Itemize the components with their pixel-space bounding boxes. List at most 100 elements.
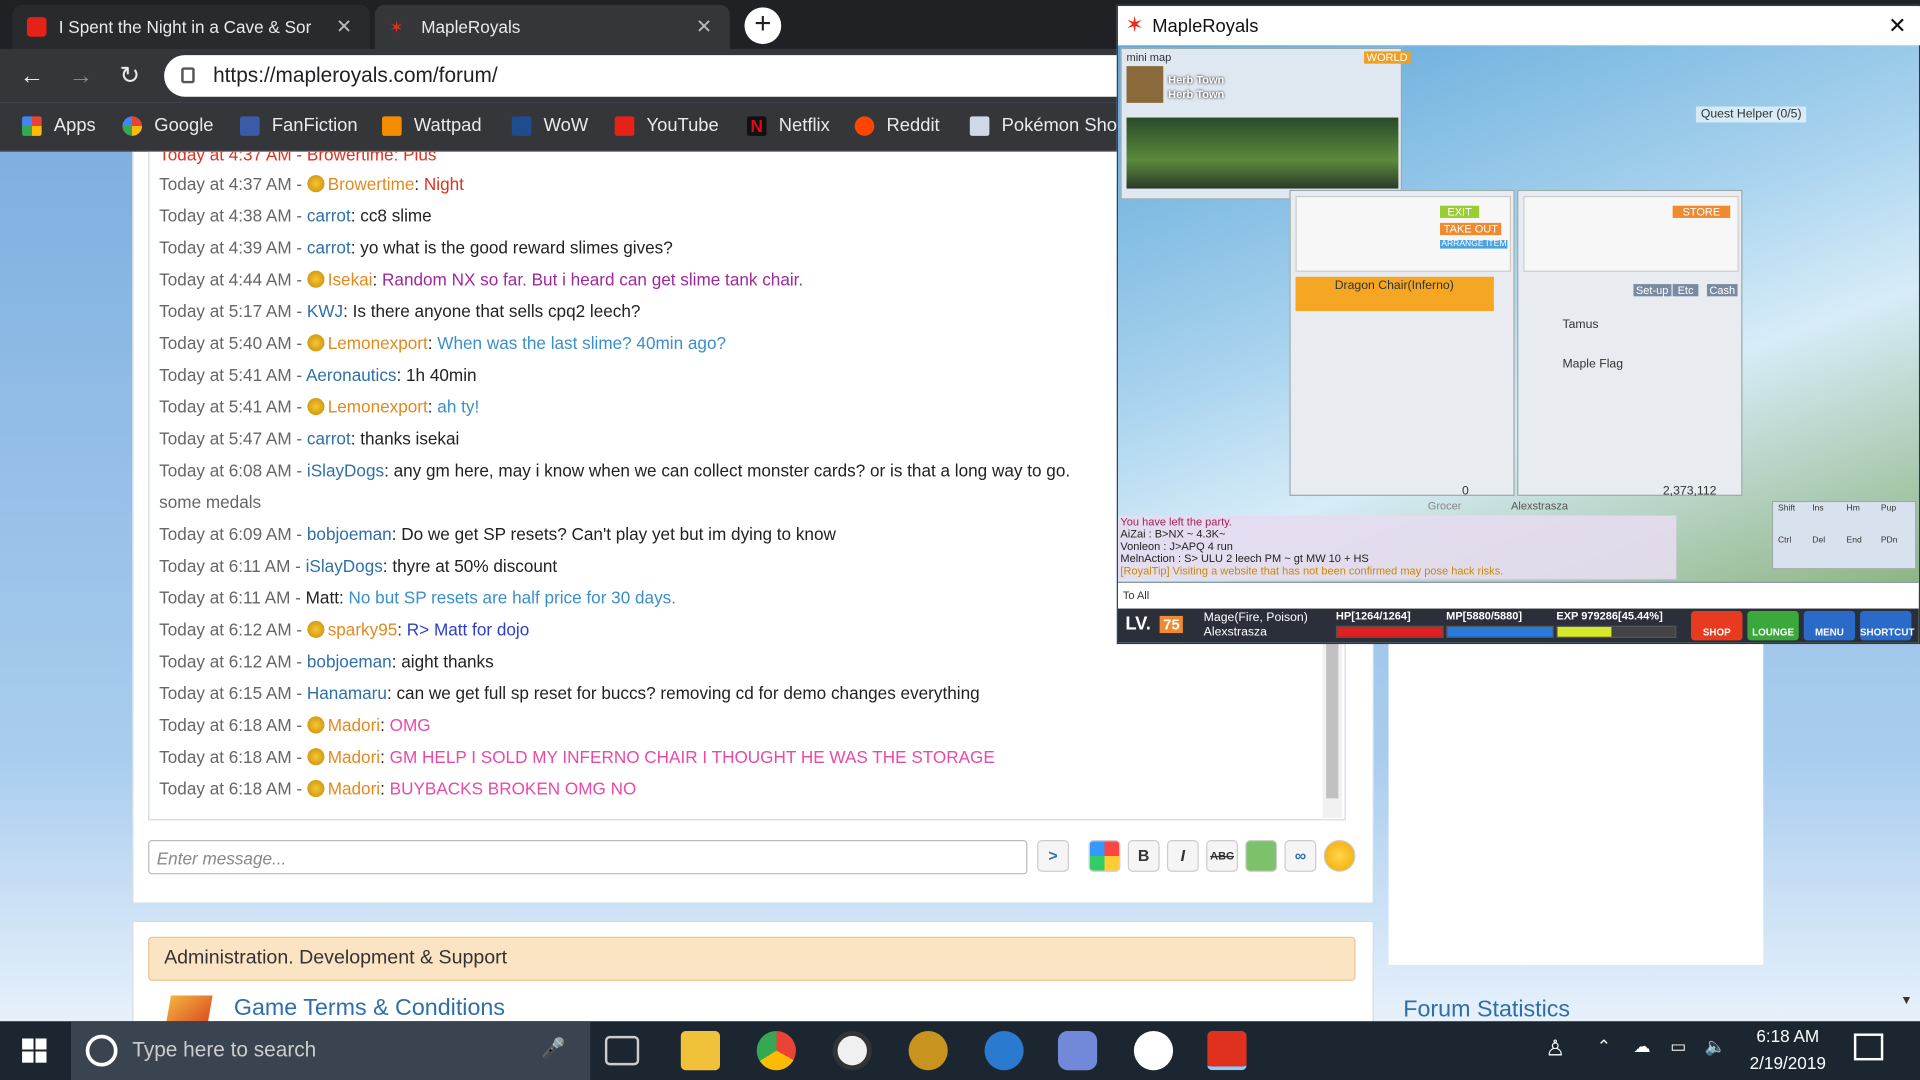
chat-username[interactable]: Hanamaru [307, 683, 387, 703]
clock-time[interactable]: 6:18 AM [1744, 1026, 1832, 1046]
bookmark-youtube[interactable]: YouTube [614, 115, 719, 136]
onedrive-icon[interactable]: ☁ [1633, 1036, 1650, 1057]
chat-username[interactable]: Matt [306, 588, 339, 608]
strikethrough-icon[interactable]: ABC [1206, 840, 1238, 872]
storage-window[interactable]: EXIT TAKE OUT ARRANGE ITEM Dragon Chair(… [1289, 189, 1515, 498]
page-scroll-down-icon[interactable]: ▼ [1900, 994, 1912, 1007]
tray-chevron-icon[interactable]: ⌃ [1597, 1036, 1611, 1057]
mapleroyals-taskbar-icon[interactable] [1207, 1031, 1247, 1071]
exit-button[interactable]: EXIT [1440, 205, 1480, 218]
color-picker-icon[interactable] [1088, 840, 1121, 872]
shop-item-1[interactable]: Tamus [1562, 318, 1598, 331]
shop-item-2[interactable]: Maple Flag [1562, 358, 1623, 371]
shop-tab-etc[interactable]: Etc [1672, 284, 1699, 297]
volume-icon[interactable]: 🔈 [1705, 1036, 1726, 1057]
tab-mapleroyals[interactable]: ✶ MapleRoyals ✕ [374, 4, 730, 49]
chat-username[interactable]: Isekai [328, 269, 373, 289]
game-window[interactable]: ✶ MapleRoyals ✕ mini map WORLD Herb Town… [1116, 4, 1920, 645]
chat-username[interactable]: sparky95 [328, 620, 398, 640]
shop-tab-setup[interactable]: Set-up [1633, 284, 1671, 297]
lounge-button[interactable]: LOUNGE [1747, 611, 1799, 641]
network-icon[interactable]: ▭ [1670, 1036, 1686, 1057]
italic-icon[interactable]: I [1166, 840, 1199, 872]
close-tab-icon[interactable]: ✕ [333, 15, 355, 39]
game-viewport[interactable]: mini map WORLD Herb Town Herb Town Quest… [1117, 45, 1919, 643]
shop-tab-cash[interactable]: Cash [1706, 284, 1738, 297]
shop-button[interactable]: SHOP [1691, 611, 1743, 641]
windows-start-icon[interactable] [22, 1038, 47, 1063]
chat-username[interactable]: Browertime [328, 174, 415, 194]
quick-slot-key[interactable]: Del [1812, 536, 1825, 545]
maple-launcher-icon[interactable] [1133, 1031, 1174, 1071]
people-icon[interactable]: ♙ [1545, 1036, 1565, 1062]
smiley-icon[interactable] [1323, 840, 1356, 872]
quick-slots[interactable]: Shift Ins Hm Pup Ctrl Del End PDn [1771, 500, 1917, 570]
chat-target[interactable]: To All [1123, 589, 1149, 601]
reload-icon[interactable]: ↻ [113, 59, 147, 93]
chat-username[interactable]: carrot [307, 206, 351, 226]
task-view-icon[interactable] [604, 1035, 640, 1066]
chat-username[interactable]: iSlayDogs [306, 556, 383, 576]
take-out-button[interactable]: TAKE OUT [1440, 222, 1502, 236]
overwatch-icon[interactable] [832, 1031, 872, 1071]
chat-username[interactable]: Aeronautics [306, 365, 397, 385]
subforum-link[interactable]: Game Terms & Conditions [234, 996, 505, 1023]
chat-username[interactable]: Madori [328, 715, 380, 735]
file-explorer-icon[interactable] [680, 1031, 721, 1071]
world-button[interactable]: WORLD [1364, 51, 1411, 64]
quick-slot-key[interactable]: Pup [1881, 504, 1896, 513]
quick-slot-key[interactable]: Hm [1847, 504, 1860, 513]
bookmark-google[interactable]: Google [122, 115, 214, 136]
discord-icon[interactable] [1057, 1031, 1098, 1071]
chrome-icon[interactable] [756, 1031, 796, 1071]
bold-icon[interactable]: B [1127, 840, 1160, 872]
chat-username[interactable]: bobjoeman [307, 651, 392, 671]
quick-slot-key[interactable]: Shift [1778, 504, 1795, 513]
chat-username[interactable]: carrot [307, 429, 351, 449]
quick-slot-key[interactable]: End [1847, 536, 1862, 545]
bookmark-reddit[interactable]: Reddit [854, 115, 940, 136]
quick-slot-key[interactable]: PDn [1881, 536, 1898, 545]
chat-username[interactable]: bobjoeman [307, 524, 392, 544]
store-button[interactable]: STORE [1672, 205, 1731, 218]
chat-username[interactable]: Lemonexport [328, 397, 428, 417]
link-icon[interactable]: ∞ [1284, 840, 1317, 872]
bookmark-wattpad[interactable]: Wattpad [382, 115, 482, 136]
tab-youtube[interactable]: I Spent the Night in a Cave & Sor ✕ [12, 4, 370, 49]
shortcut-button[interactable]: SHORTCUT [1860, 611, 1914, 641]
microphone-icon[interactable]: 🎤 [541, 1036, 565, 1060]
close-tab-icon[interactable]: ✕ [693, 15, 715, 39]
bookmark-netflix[interactable]: N Netflix [746, 115, 830, 136]
battlenet-icon[interactable] [984, 1031, 1024, 1071]
chat-username[interactable]: iSlayDogs [307, 460, 384, 480]
bookmark-apps[interactable]: Apps [22, 115, 96, 136]
clock-date[interactable]: 2/19/2019 [1739, 1053, 1837, 1073]
wow-icon[interactable] [908, 1031, 948, 1071]
new-tab-button[interactable]: + [744, 7, 782, 45]
quest-helper[interactable]: Quest Helper (0/5) [1695, 106, 1807, 123]
quick-slot-key[interactable]: Ctrl [1778, 536, 1791, 545]
chat-message-input[interactable]: Enter message... [148, 840, 1028, 875]
shop-window[interactable]: STORE Set-up Etc Cash Tamus Maple Flag 2… [1428, 189, 1743, 512]
forward-arrow-icon[interactable]: → [64, 59, 98, 93]
image-icon[interactable] [1245, 840, 1278, 872]
menu-button[interactable]: MENU [1803, 611, 1856, 641]
taskbar-search-box[interactable]: Type here to search 🎤 [71, 1021, 591, 1080]
chat-username[interactable]: Lemonexport [328, 333, 428, 353]
bookmark-wow[interactable]: WoW [511, 115, 588, 136]
close-window-icon[interactable]: ✕ [1888, 13, 1906, 39]
category-title[interactable]: Administration. Development & Support [148, 936, 1356, 981]
bookmark-fanfiction[interactable]: FanFiction [240, 115, 358, 136]
quick-slot-key[interactable]: Ins [1812, 504, 1823, 513]
chat-username[interactable]: Madori [328, 747, 380, 767]
chat-username[interactable]: carrot [307, 238, 351, 258]
chat-username[interactable]: KWJ [307, 301, 343, 321]
send-button[interactable]: > [1037, 840, 1069, 872]
game-chat-input-row[interactable]: To All [1117, 581, 1919, 609]
arrange-button[interactable]: ARRANGE ITEM [1440, 240, 1508, 249]
url-input[interactable]: https://mapleroyals.com/forum/ [164, 55, 1144, 97]
action-center-icon[interactable] [1853, 1033, 1884, 1061]
back-arrow-icon[interactable]: ← [15, 59, 49, 93]
bookmark-pokemon[interactable]: Pokémon Show [969, 115, 1130, 136]
minimap[interactable]: mini map WORLD Herb Town Herb Town [1120, 47, 1411, 200]
